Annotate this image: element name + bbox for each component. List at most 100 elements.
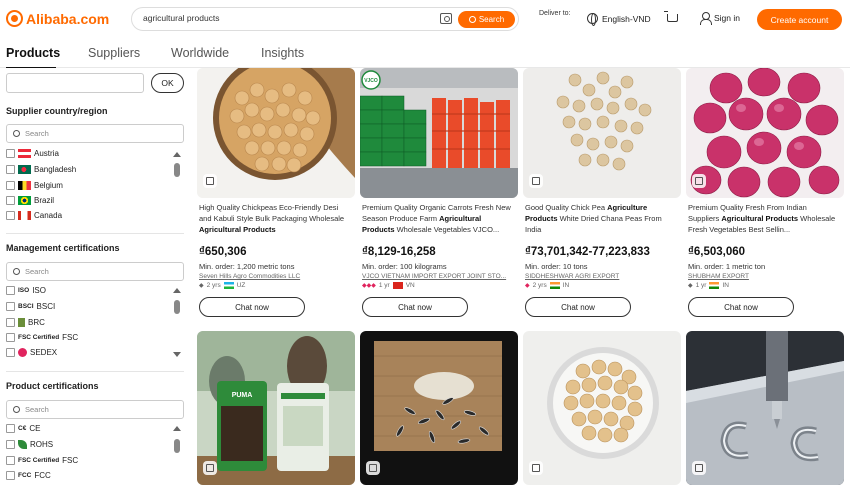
india-flag-icon <box>709 282 720 289</box>
checkbox[interactable] <box>6 439 15 449</box>
cert-option-rohs[interactable]: ROHS <box>6 438 53 450</box>
camera-icon[interactable] <box>440 13 452 24</box>
product-card[interactable] <box>523 331 681 485</box>
tab-products[interactable]: Products <box>6 46 60 60</box>
scroll-up-arrow[interactable] <box>173 152 181 157</box>
country-option-canada[interactable]: Canada <box>6 209 62 221</box>
cert-option-bsci[interactable]: BSCI BSCI <box>6 300 55 312</box>
product-card[interactable]: Premium Quality Fresh From Indian Suppli… <box>686 68 844 320</box>
sign-in-link[interactable]: Sign in <box>700 12 740 25</box>
product-image[interactable] <box>686 331 844 485</box>
sedex-badge-icon <box>18 347 27 357</box>
checkbox[interactable] <box>6 332 15 342</box>
product-image[interactable]: VJCO <box>360 68 518 198</box>
product-card[interactable] <box>686 331 844 485</box>
tab-suppliers[interactable]: Suppliers <box>88 46 140 60</box>
image-search-icon[interactable] <box>366 461 380 475</box>
years-label: 1 yr <box>378 282 390 289</box>
chat-now-button[interactable]: Chat now <box>362 297 468 317</box>
cert-option-ce[interactable]: C€ CE <box>6 422 40 434</box>
min-order: Min. order: 1 metric ton <box>688 262 766 271</box>
language-selector[interactable]: English-VND <box>587 13 651 26</box>
product-image[interactable] <box>197 68 355 198</box>
ok-button[interactable]: OK <box>151 73 184 93</box>
cert-option-sedex[interactable]: SEDEX <box>6 346 57 358</box>
cart-icon[interactable] <box>664 11 678 22</box>
search-tabs: Products Suppliers Worldwide Insights <box>0 38 850 69</box>
checkbox[interactable] <box>6 470 15 480</box>
country-option-brazil[interactable]: Brazil <box>6 194 54 206</box>
tab-insights[interactable]: Insights <box>261 46 304 60</box>
product-image[interactable] <box>523 331 681 485</box>
checkbox[interactable] <box>6 347 15 357</box>
min-order: Min. order: 1,200 metric tons <box>199 262 295 271</box>
cert-option-iso[interactable]: ISO ISO <box>6 284 46 296</box>
product-image[interactable] <box>360 331 518 485</box>
image-search-icon[interactable] <box>203 174 217 188</box>
image-search-icon[interactable] <box>692 461 706 475</box>
scrollbar-thumb[interactable] <box>174 439 180 453</box>
product-title[interactable]: Premium Quality Organic Carrots Fresh Ne… <box>362 202 514 235</box>
product-cert-search-input[interactable]: Search <box>6 400 184 419</box>
country-option-belgium[interactable]: Belgium <box>6 179 63 191</box>
product-price: ₫73,701,342-77,223,833 <box>525 246 650 258</box>
checkbox[interactable] <box>6 164 15 174</box>
image-search-icon[interactable] <box>529 174 543 188</box>
product-title[interactable]: Good Quality Chick Pea Agriculture Produ… <box>525 202 677 235</box>
cert-option-fsc[interactable]: FSC Certified FSC <box>6 331 78 343</box>
scrollbar-thumb[interactable] <box>174 163 180 177</box>
checkbox[interactable] <box>6 285 15 295</box>
product-image[interactable] <box>686 68 844 198</box>
image-search-icon[interactable] <box>203 461 217 475</box>
scroll-up-arrow[interactable] <box>173 426 181 431</box>
scroll-down-arrow[interactable] <box>173 352 181 357</box>
product-card[interactable]: Good Quality Chick Pea Agriculture Produ… <box>523 68 681 320</box>
tab-worldwide[interactable]: Worldwide <box>171 46 229 60</box>
scrollbar-thumb[interactable] <box>174 300 180 314</box>
product-card[interactable] <box>360 331 518 485</box>
management-search-input[interactable]: Search <box>6 262 184 281</box>
product-card[interactable]: PUMA <box>197 331 355 485</box>
checkbox[interactable] <box>6 210 15 220</box>
chat-now-button[interactable]: Chat now <box>525 297 631 317</box>
checkbox[interactable] <box>6 455 15 465</box>
logo-text: Alibaba.com <box>26 10 110 27</box>
image-search-icon[interactable] <box>529 461 543 475</box>
supplier-meta: ◆ 1 yr IN <box>688 282 729 289</box>
country-option-bangladesh[interactable]: Bangladesh <box>6 163 76 175</box>
search-button[interactable]: Search <box>458 11 515 28</box>
product-title[interactable]: High Quality Chickpeas Eco-Friendly Desi… <box>199 202 351 235</box>
cert-option-brc[interactable]: BRC <box>6 316 45 328</box>
search-input[interactable]: agricultural products <box>143 13 220 23</box>
supplier-link[interactable]: SHUBHAM EXPORT <box>688 273 749 280</box>
checkbox[interactable] <box>6 423 15 433</box>
checkbox[interactable] <box>6 317 15 327</box>
supplier-link[interactable]: SIDDHESHWAR AGRI EXPORT <box>525 273 619 280</box>
supplier-link[interactable]: VJCO VIETNAM IMPORT EXPORT JOINT STO... <box>362 273 506 280</box>
min-order: Min. order: 100 kilograms <box>362 262 447 271</box>
product-card[interactable]: VJCO Premium Quality Organic Carrots Fre… <box>360 68 518 320</box>
cert-option-fsc-product[interactable]: FSC Certified FSC <box>6 454 78 466</box>
checkbox[interactable] <box>6 301 15 311</box>
chat-now-button[interactable]: Chat now <box>688 297 794 317</box>
supplier-meta: ◆ 2 yrs UZ <box>199 282 245 289</box>
product-card[interactable]: High Quality Chickpeas Eco-Friendly Desi… <box>197 68 355 320</box>
create-account-button[interactable]: Create account <box>757 9 842 30</box>
product-image[interactable]: PUMA <box>197 331 355 485</box>
alibaba-logo[interactable]: Alibaba.com <box>6 10 109 27</box>
product-image[interactable] <box>523 68 681 198</box>
scroll-up-arrow[interactable] <box>173 288 181 293</box>
supplier-link[interactable]: Seven Hills Agro Commodities LLC <box>199 273 300 280</box>
checkbox[interactable] <box>6 148 15 158</box>
cert-option-fcc[interactable]: FCC FCC <box>6 469 51 481</box>
seed-bags-market-image: PUMA <box>197 331 355 485</box>
checkbox[interactable] <box>6 195 15 205</box>
product-title[interactable]: Premium Quality Fresh From Indian Suppli… <box>688 202 840 235</box>
image-search-icon[interactable] <box>692 174 706 188</box>
chat-now-button[interactable]: Chat now <box>199 297 305 317</box>
deliver-to-label[interactable]: Deliver to: <box>539 10 571 17</box>
checkbox[interactable] <box>6 180 15 190</box>
price-input[interactable] <box>6 73 144 93</box>
country-option-austria[interactable]: Austria <box>6 147 59 159</box>
country-search-input[interactable]: Search <box>6 124 184 143</box>
